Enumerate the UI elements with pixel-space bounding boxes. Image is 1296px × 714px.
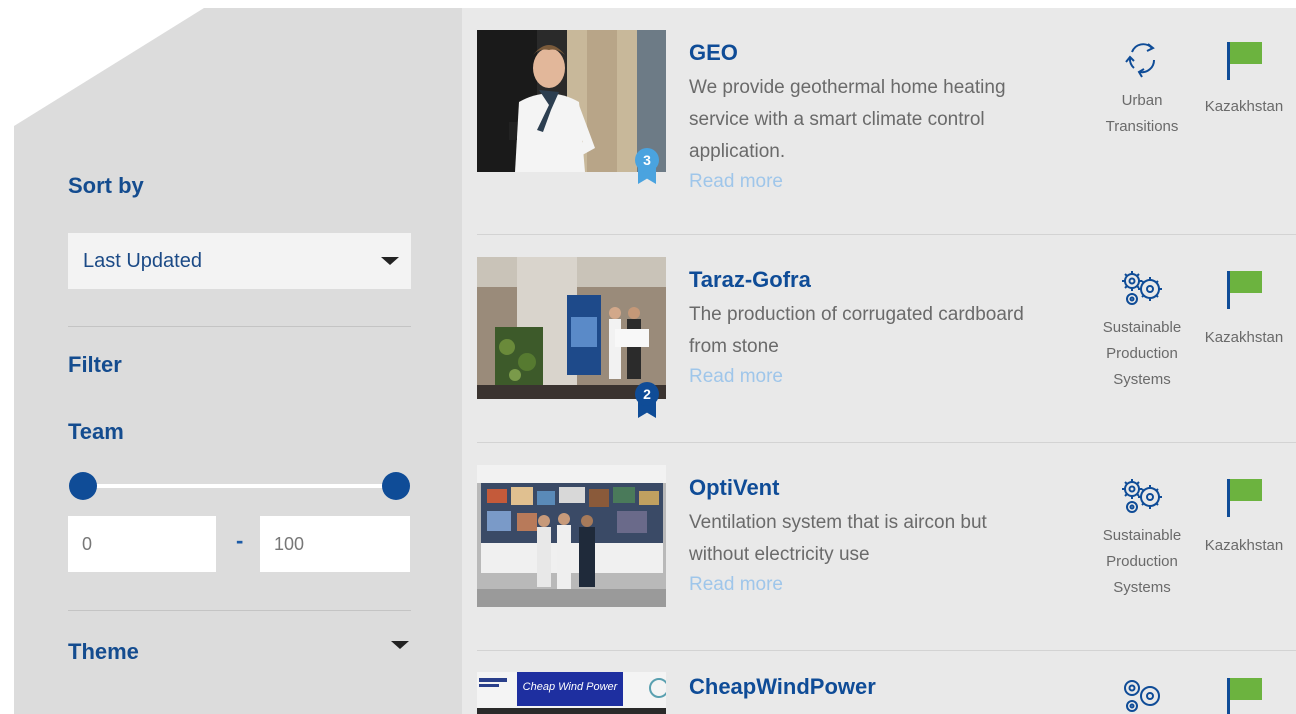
decorative-corner	[14, 8, 204, 126]
card-divider	[477, 234, 1296, 235]
card-divider	[477, 650, 1296, 651]
divider	[68, 610, 411, 611]
project-theme[interactable]: Sustainable Production Systems	[1101, 475, 1183, 601]
read-more-link[interactable]: Read more	[689, 574, 783, 596]
theme-filter-heading[interactable]: Theme	[68, 639, 139, 665]
project-theme[interactable]	[1101, 674, 1183, 714]
project-country: Kazakhstan	[1199, 267, 1289, 346]
country-label: Kazakhstan	[1204, 537, 1284, 554]
theme-label: Sustainable Production Systems	[1102, 319, 1182, 388]
project-card: 3 GEO We provide geothermal home heating…	[477, 30, 1296, 230]
gears-icon	[1122, 271, 1162, 305]
project-theme[interactable]: Urban Transitions	[1101, 38, 1183, 140]
read-more-link[interactable]: Read more	[689, 171, 783, 193]
filter-heading: Filter	[68, 352, 122, 377]
range-separator: -	[236, 528, 244, 553]
banner-text: Cheap Wind Power	[522, 681, 618, 693]
rank-ribbon: 2	[635, 382, 659, 418]
project-country: Kazakhstan	[1199, 475, 1289, 554]
recycle-arrows-icon	[1125, 43, 1156, 78]
rank-badge: 2	[635, 382, 659, 406]
read-more-link[interactable]: Read more	[689, 366, 783, 388]
project-country	[1199, 674, 1289, 714]
project-card: Cheap Wind Power CheapWindPower	[477, 672, 1296, 714]
team-max-input[interactable]	[260, 516, 410, 572]
divider	[68, 326, 411, 327]
page-frame: Sort by Last Updated Filter Team - Theme	[14, 8, 1296, 714]
team-min-input[interactable]	[68, 516, 216, 572]
gears-icon	[1122, 479, 1162, 513]
project-theme[interactable]: Sustainable Production Systems	[1101, 267, 1183, 393]
team-range-max-handle[interactable]	[382, 472, 410, 500]
project-title[interactable]: OptiVent	[689, 475, 779, 501]
filter-sidebar: Sort by Last Updated Filter Team - Theme	[14, 8, 462, 714]
project-description: The production of corrugated cardboard f…	[689, 304, 1024, 357]
project-description: We provide geothermal home heating servi…	[689, 77, 1006, 162]
flag-icon	[1199, 475, 1289, 521]
country-label: Kazakhstan	[1204, 329, 1284, 346]
card-divider	[477, 442, 1296, 443]
project-description: Ventilation system that is aircon but wi…	[689, 512, 987, 565]
sort-select[interactable]: Last Updated	[68, 233, 411, 289]
project-photo[interactable]	[477, 465, 666, 607]
sort-by-heading: Sort by	[68, 173, 144, 198]
team-range-track[interactable]	[82, 484, 397, 488]
gears-icon	[1124, 680, 1160, 712]
project-title[interactable]: Taraz-Gofra	[689, 267, 811, 293]
project-photo[interactable]	[477, 257, 666, 399]
team-range-min-handle[interactable]	[69, 472, 97, 500]
sort-select-value: Last Updated	[83, 249, 202, 272]
project-title[interactable]: GEO	[689, 40, 738, 66]
flag-icon	[1199, 674, 1289, 714]
country-label: Kazakhstan	[1204, 98, 1284, 115]
chevron-down-icon	[381, 257, 399, 265]
rank-badge: 3	[635, 148, 659, 172]
flag-icon	[1199, 267, 1289, 313]
theme-label: Urban Transitions	[1105, 92, 1179, 135]
project-card: OptiVent Ventilation system that is airc…	[477, 465, 1296, 655]
rank-ribbon: 3	[635, 148, 659, 184]
project-card: 2 Taraz-Gofra The production of corrugat…	[477, 257, 1296, 447]
project-country: Kazakhstan	[1199, 38, 1289, 115]
chevron-down-icon[interactable]	[391, 641, 409, 649]
project-title[interactable]: CheapWindPower	[689, 674, 876, 700]
project-photo[interactable]: Cheap Wind Power	[477, 672, 666, 714]
theme-label: Sustainable Production Systems	[1102, 527, 1182, 596]
team-heading: Team	[68, 419, 124, 444]
flag-icon	[1199, 38, 1289, 84]
